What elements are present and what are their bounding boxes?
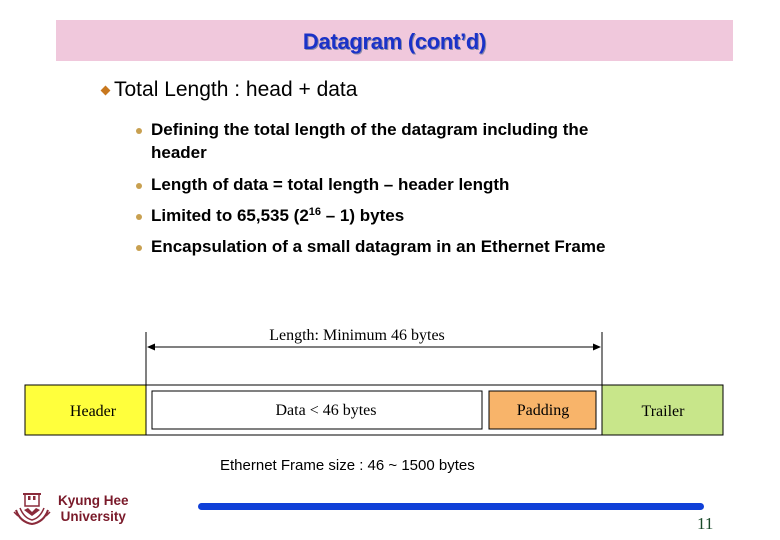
- footer-divider-bar: [198, 503, 704, 510]
- university-logo: Kyung Hee University: [12, 490, 129, 528]
- frame-size-caption: Ethernet Frame size : 46 ~ 1500 bytes: [220, 457, 475, 474]
- page-number: 11: [697, 514, 714, 533]
- arrow-right-icon: [593, 343, 601, 351]
- padding-label: Padding: [517, 402, 569, 419]
- university-name-line2: University: [60, 509, 126, 524]
- length-label: Length: Minimum 46 bytes: [269, 327, 445, 344]
- header-label: Header: [70, 403, 117, 420]
- arrow-left-icon: [147, 343, 155, 351]
- university-emblem-icon: [13, 493, 51, 526]
- university-name: Kyung Hee University: [58, 493, 129, 525]
- data-label: Data < 46 bytes: [276, 402, 377, 419]
- trailer-label: Trailer: [642, 403, 686, 420]
- university-name-line1: Kyung Hee: [58, 493, 129, 508]
